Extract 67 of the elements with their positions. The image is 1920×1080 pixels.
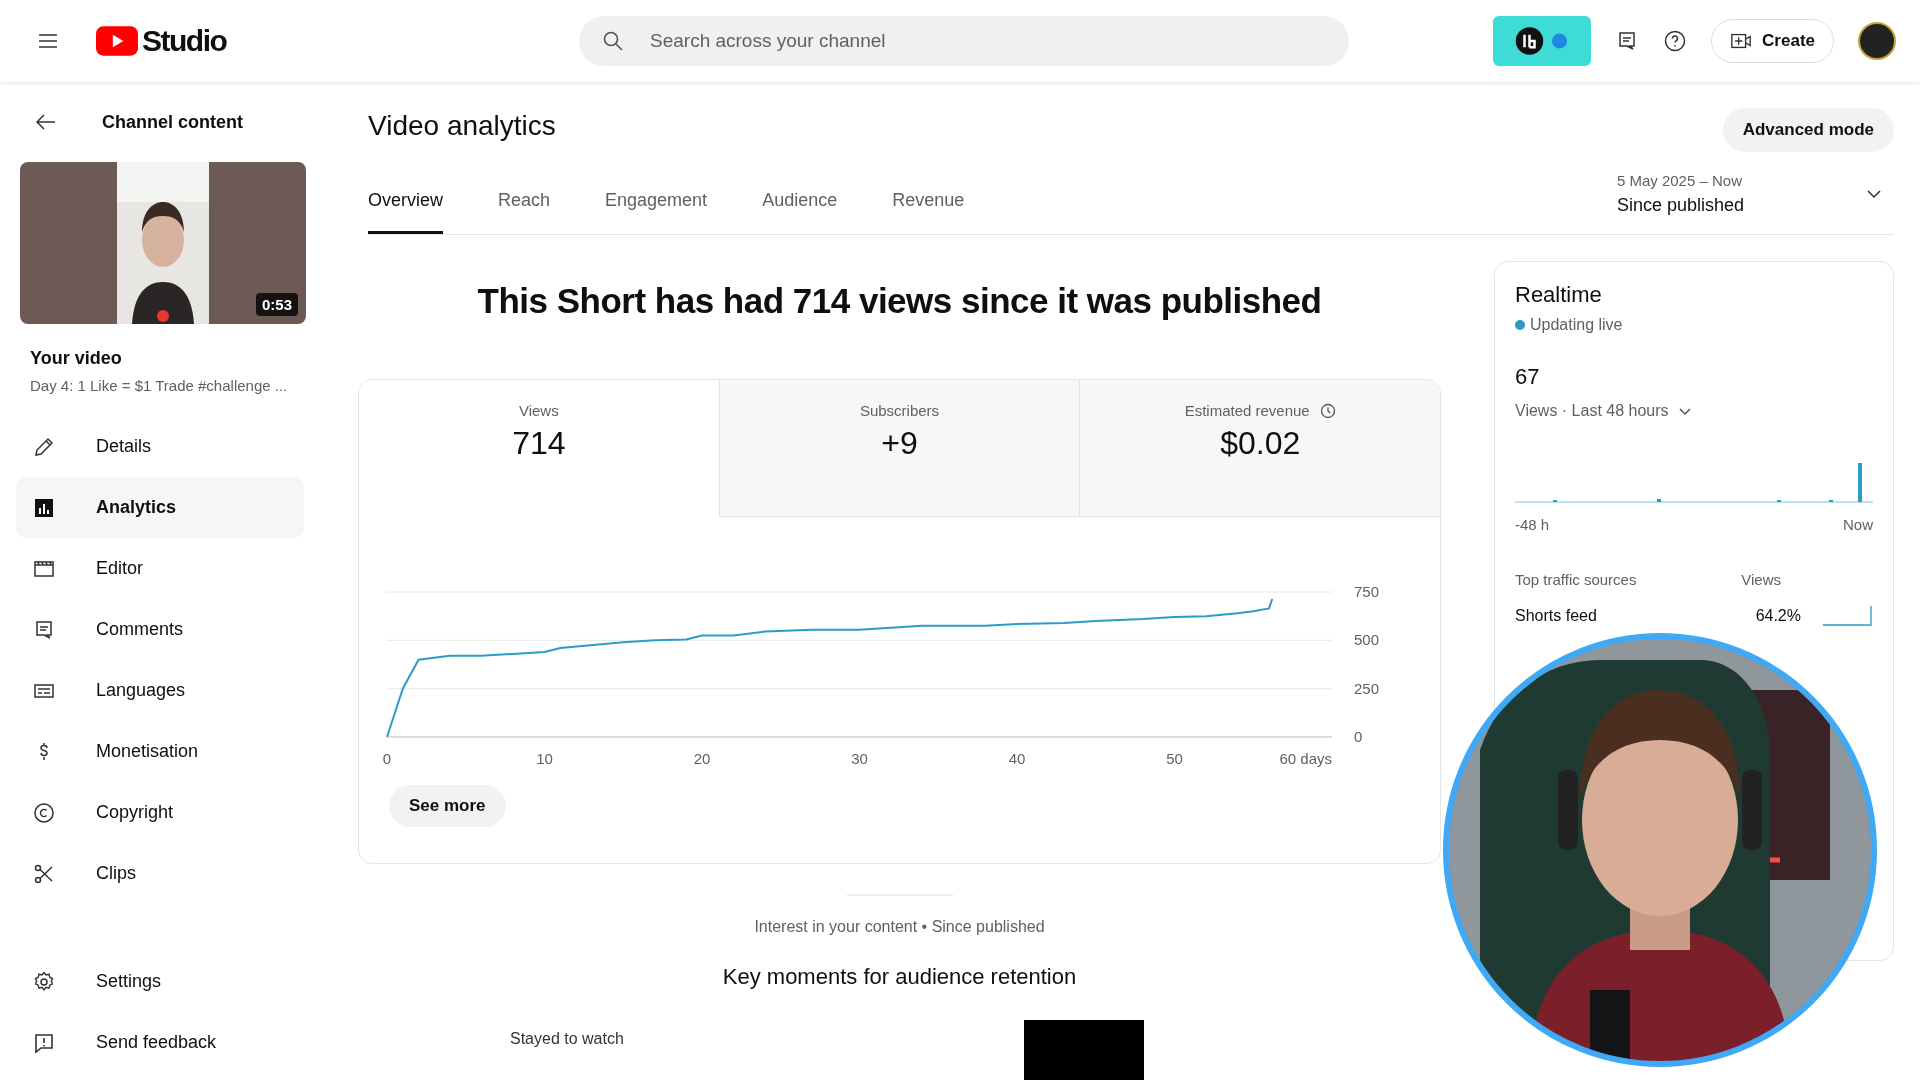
metric-label: Subscribers (859, 402, 940, 419)
section-title: Key moments for audience retention (722, 964, 1077, 990)
tab[interactable]: Audience (762, 170, 838, 234)
duration-label: 0:53 (255, 293, 298, 316)
metric-tab[interactable]: Subscribers +9 (718, 380, 1080, 517)
back-link[interactable]: Channel content (102, 111, 243, 133)
sidebar-item[interactable]: Send feedback (16, 1012, 304, 1073)
copyright-icon (32, 800, 56, 825)
search-icon (601, 29, 625, 53)
page-title: Video analytics (368, 110, 556, 143)
sidebar-item[interactable]: Languages (16, 660, 304, 721)
video-title: Day 4: 1 Like = $1 Trade #challenge ... (30, 377, 289, 394)
logo-text[interactable]: Studio (142, 24, 227, 58)
sidebar-item[interactable]: Copyright (16, 782, 304, 843)
tab[interactable]: Engagement (605, 170, 708, 234)
axis-label: 20 (693, 750, 711, 767)
axis-label: 0 (382, 750, 392, 767)
date-range-dropdown[interactable]: 5 May 2025 – Now Since published (1616, 154, 1894, 234)
avatar[interactable] (1858, 22, 1896, 60)
sidebar-item[interactable]: Comments (16, 599, 304, 660)
sidebar-item[interactable]: Analytics (16, 477, 304, 538)
axis-label: 500 (1354, 631, 1380, 649)
traffic-share: 64.2% (1755, 607, 1801, 625)
sidebar-item[interactable]: Settings (16, 951, 304, 1012)
search-field[interactable]: Search across your channel (579, 16, 1349, 66)
axis-label: -48 h (1515, 516, 1550, 533)
extension-button[interactable] (1493, 16, 1592, 66)
metric-label: Views (518, 402, 559, 419)
metric-tab[interactable]: Estimated revenue $0.02 (1079, 380, 1440, 517)
metric-value: $0.02 (1220, 425, 1301, 462)
metric-dropdown[interactable]: Views · Last 48 hours (1515, 402, 1873, 420)
axis-label: 250 (1354, 679, 1380, 697)
realtime-title: Realtime (1515, 282, 1603, 308)
headline: This Short has had 714 views since it was published (477, 281, 1322, 321)
retention-label: Stayed to watch (510, 1030, 624, 1049)
axis-label: 50 (1166, 750, 1183, 767)
axis-label: 750 (1354, 583, 1380, 600)
metric-value: 714 (512, 425, 566, 462)
tab[interactable]: Revenue (892, 170, 965, 234)
status-text: Updating live (1530, 316, 1623, 334)
section-caption: Interest in your content • Since published (754, 918, 1045, 936)
axis-label: 40 (1008, 750, 1026, 767)
video-heading: Your video (30, 348, 123, 369)
tab[interactable]: Reach (498, 170, 551, 234)
axis-label: 60 days (1279, 750, 1332, 767)
create-button[interactable]: Create (1711, 19, 1834, 63)
see-more-button[interactable]: See more (389, 785, 506, 827)
axis-label: 0 (1354, 728, 1363, 745)
axis-label: Now (1843, 516, 1873, 533)
sidebar-item[interactable]: Editor (16, 538, 304, 599)
logo-icon[interactable] (96, 26, 138, 56)
traffic-source: Shorts feed (1515, 607, 1597, 625)
metric-label: Estimated revenue (1184, 402, 1310, 419)
column-header: Views (1741, 571, 1781, 588)
sidebar-item[interactable]: Clips (16, 843, 304, 904)
sparkline (1823, 606, 1873, 626)
column-header: Top traffic sources (1515, 571, 1637, 588)
tab[interactable]: Overview (368, 170, 443, 234)
sidebar-item[interactable]: Monetisation (16, 721, 304, 782)
live-dot (1515, 320, 1525, 330)
advanced-mode-button[interactable]: Advanced mode (1722, 108, 1894, 153)
axis-label: 10 (536, 750, 553, 767)
axis-label: 30 (851, 750, 868, 767)
sidebar-item[interactable]: Details (16, 416, 304, 477)
metric-value: +9 (881, 425, 918, 462)
realtime-count: 67 (1515, 364, 1541, 390)
help-icon[interactable] (1663, 29, 1688, 53)
